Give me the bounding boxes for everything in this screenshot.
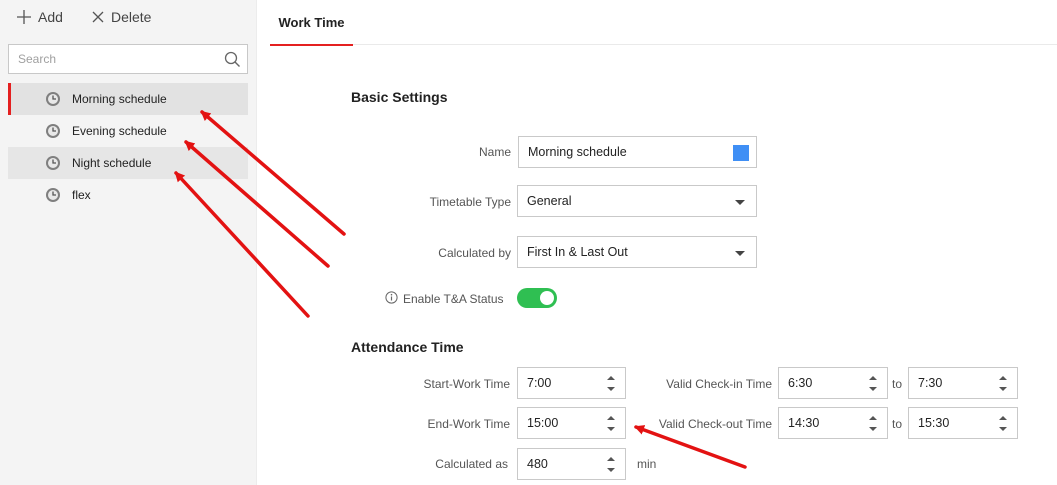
spin-up-icon[interactable] <box>999 376 1007 380</box>
calculated-by-select[interactable]: First In & Last Out <box>517 236 757 268</box>
spin-down-icon[interactable] <box>869 427 877 431</box>
calculated-as-value: 480 <box>527 457 548 471</box>
valid-checkout-label: Valid Check-out Time <box>658 417 772 431</box>
ta-status-toggle[interactable] <box>517 288 557 308</box>
search-icon[interactable] <box>224 51 241 71</box>
tab-work-time[interactable]: Work Time <box>270 0 353 46</box>
add-button[interactable]: Add <box>16 9 63 25</box>
name-field[interactable]: Morning schedule <box>518 136 757 168</box>
checkin-to-value: 7:30 <box>918 376 943 390</box>
calculated-by-label: Calculated by <box>438 246 511 260</box>
spin-down-icon[interactable] <box>999 427 1007 431</box>
clock-icon <box>45 187 61 206</box>
end-work-label: End-Work Time <box>427 417 510 431</box>
end-work-value: 15:00 <box>527 416 559 430</box>
spin-up-icon[interactable] <box>869 416 877 420</box>
delete-button[interactable]: Delete <box>91 9 151 25</box>
schedule-item[interactable]: Night schedule <box>8 147 248 179</box>
schedule-item[interactable]: Morning schedule <box>8 83 248 115</box>
tab-bar: Work Time <box>270 0 1057 46</box>
to-label: to <box>892 377 903 391</box>
chevron-down-icon <box>735 251 745 256</box>
add-label: Add <box>38 9 63 25</box>
info-icon <box>385 291 398 307</box>
calculated-as-stepper[interactable]: 480 <box>517 448 626 480</box>
clock-icon <box>45 91 61 110</box>
checkout-from-value: 14:30 <box>788 416 820 430</box>
name-label: Name <box>478 145 511 159</box>
schedule-item-label: Night schedule <box>72 156 152 170</box>
calculated-as-unit: min <box>637 457 657 471</box>
schedule-item[interactable]: flex <box>8 179 248 211</box>
start-work-label: Start-Work Time <box>423 377 510 391</box>
search-input[interactable] <box>9 45 219 73</box>
panel-divider <box>256 0 257 485</box>
attendance-time-title: Attendance Time <box>351 339 464 355</box>
timetable-type-label: Timetable Type <box>429 195 511 209</box>
checkin-from-stepper[interactable]: 6:30 <box>778 367 888 399</box>
basic-settings-title: Basic Settings <box>351 89 448 105</box>
toggle-knob <box>540 291 554 305</box>
plus-icon <box>16 9 32 25</box>
clock-icon <box>45 155 61 174</box>
search-box <box>8 44 248 74</box>
end-work-stepper[interactable]: 15:00 <box>517 407 626 439</box>
ta-status-row: Enable T&A Status <box>385 291 504 307</box>
selected-indicator <box>8 83 11 115</box>
checkout-from-stepper[interactable]: 14:30 <box>778 407 888 439</box>
spin-up-icon[interactable] <box>999 416 1007 420</box>
delete-label: Delete <box>111 9 152 25</box>
checkin-from-value: 6:30 <box>788 376 813 390</box>
schedule-item-label: flex <box>72 188 91 202</box>
ta-status-label: Enable T&A Status <box>403 292 504 306</box>
spin-up-icon[interactable] <box>869 376 877 380</box>
calculated-by-value: First In & Last Out <box>527 245 628 259</box>
schedule-item-label: Morning schedule <box>72 92 167 106</box>
spin-up-icon[interactable] <box>607 376 615 380</box>
schedule-list: Morning schedule Evening schedule Night … <box>8 83 248 211</box>
chevron-down-icon <box>735 200 745 205</box>
name-value: Morning schedule <box>528 145 627 159</box>
checkin-to-stepper[interactable]: 7:30 <box>908 367 1018 399</box>
schedule-item[interactable]: Evening schedule <box>8 115 248 147</box>
spin-up-icon[interactable] <box>607 416 615 420</box>
spin-down-icon[interactable] <box>607 468 615 472</box>
timetable-type-select[interactable]: General <box>517 185 757 217</box>
spin-down-icon[interactable] <box>607 387 615 391</box>
spin-up-icon[interactable] <box>607 457 615 461</box>
valid-checkin-label: Valid Check-in Time <box>666 377 772 391</box>
to-label: to <box>892 417 903 431</box>
checkout-to-stepper[interactable]: 15:30 <box>908 407 1018 439</box>
start-work-stepper[interactable]: 7:00 <box>517 367 626 399</box>
schedule-item-label: Evening schedule <box>72 124 167 138</box>
color-swatch[interactable] <box>733 145 749 161</box>
timetable-type-value: General <box>527 194 572 208</box>
clock-icon <box>45 123 61 142</box>
schedule-sidebar: Add Delete Morning schedule <box>0 0 256 485</box>
spin-down-icon[interactable] <box>999 387 1007 391</box>
spin-down-icon[interactable] <box>869 387 877 391</box>
spin-down-icon[interactable] <box>607 427 615 431</box>
close-icon <box>91 10 105 24</box>
sidebar-toolbar: Add Delete <box>0 0 256 40</box>
start-work-value: 7:00 <box>527 376 552 390</box>
calculated-as-label: Calculated as <box>435 457 508 471</box>
checkout-to-value: 15:30 <box>918 416 950 430</box>
app-window: Add Delete Morning schedule <box>0 0 1057 485</box>
